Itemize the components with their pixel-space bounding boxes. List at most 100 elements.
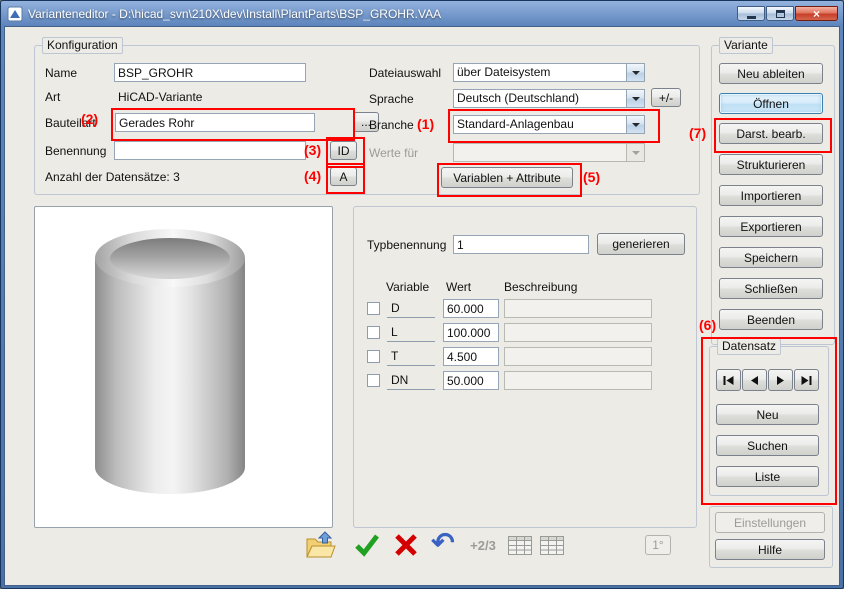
row-checkbox[interactable] xyxy=(367,374,380,387)
variable-wert-input[interactable] xyxy=(443,371,499,390)
variable-name: T xyxy=(387,347,435,366)
strukturieren-button[interactable]: Strukturieren xyxy=(719,154,823,175)
werte-fuer-label: Werte für xyxy=(369,146,418,160)
cylinder-body xyxy=(95,258,245,494)
annotation-number-6: (6) xyxy=(699,317,716,333)
sprache-value: Deutsch (Deutschland) xyxy=(454,90,626,107)
datensatz-liste-button[interactable]: Liste xyxy=(716,466,819,487)
a-button[interactable]: A xyxy=(330,167,357,186)
bauteilart-input[interactable] xyxy=(115,113,315,132)
branche-value: Standard-Anlagenbau xyxy=(454,116,626,133)
variable-beschreibung-field xyxy=(504,299,652,318)
variable-name: D xyxy=(387,299,435,318)
werte-fuer-combobox xyxy=(453,143,645,162)
column-header-wert: Wert xyxy=(446,280,471,294)
werte-fuer-value xyxy=(454,144,626,161)
benennung-label: Benennung xyxy=(45,144,106,158)
nav-first-button[interactable] xyxy=(716,369,741,391)
preview-panel xyxy=(34,206,333,528)
variable-wert-input[interactable] xyxy=(443,347,499,366)
importieren-button[interactable]: Importieren xyxy=(719,185,823,206)
nav-prev-button[interactable] xyxy=(742,369,767,391)
sprache-label: Sprache xyxy=(369,92,414,106)
row-checkbox[interactable] xyxy=(367,326,380,339)
cross-icon xyxy=(393,533,419,557)
einstellungen-button: Einstellungen xyxy=(715,512,825,533)
annotation-number-7: (7) xyxy=(689,125,706,141)
undo-button[interactable]: ↶ xyxy=(425,529,461,561)
beenden-button[interactable]: Beenden xyxy=(719,309,823,330)
maximize-icon xyxy=(776,10,785,18)
load-folder-button[interactable] xyxy=(303,529,339,561)
name-input[interactable] xyxy=(114,63,306,82)
app-icon xyxy=(7,6,23,22)
minimize-button[interactable] xyxy=(737,6,765,21)
chevron-down-icon[interactable] xyxy=(626,64,644,81)
check-icon xyxy=(353,532,381,558)
id-button[interactable]: ID xyxy=(330,141,357,160)
darst-bearb-button[interactable]: Darst. bearb. xyxy=(719,123,823,144)
neu-ableiten-button[interactable]: Neu ableiten xyxy=(719,63,823,84)
chevron-down-icon[interactable] xyxy=(626,116,644,133)
undo-arrow-icon: ↶ xyxy=(431,529,454,557)
annotation-number-2: (2) xyxy=(81,111,98,127)
nav-next-button[interactable] xyxy=(768,369,793,391)
dateiauswahl-combobox[interactable]: über Dateisystem xyxy=(453,63,645,82)
window-controls: × xyxy=(737,6,838,21)
variable-beschreibung-field xyxy=(504,323,652,342)
table-grid-icon xyxy=(540,536,564,555)
hilfe-button[interactable]: Hilfe xyxy=(715,539,825,560)
branche-combobox[interactable]: Standard-Anlagenbau xyxy=(453,115,645,134)
apply-button[interactable] xyxy=(349,529,385,561)
variable-name: L xyxy=(387,323,435,342)
typbenennung-input[interactable] xyxy=(453,235,589,254)
datensatz-suchen-button[interactable]: Suchen xyxy=(716,435,819,456)
last-record-icon xyxy=(801,376,812,385)
annotation-number-1: (1) xyxy=(417,116,434,132)
exportieren-button[interactable]: Exportieren xyxy=(719,216,823,237)
plus-minus-button[interactable]: +/- xyxy=(651,88,681,107)
variable-wert-input[interactable] xyxy=(443,299,499,318)
schliessen-button[interactable]: Schließen xyxy=(719,278,823,299)
variable-beschreibung-field xyxy=(504,347,652,366)
window-frame: Varianteneditor - D:\hicad_svn\210X\dev\… xyxy=(0,0,844,589)
row-checkbox[interactable] xyxy=(367,302,380,315)
annotation-number-5: (5) xyxy=(583,169,600,185)
dateiauswahl-value: über Dateisystem xyxy=(454,64,626,81)
benennung-input[interactable] xyxy=(114,141,306,160)
konfiguration-group-label: Konfiguration xyxy=(42,37,123,54)
chevron-down-icon xyxy=(626,144,644,161)
table-grid-icon xyxy=(508,536,532,555)
fraction-tool-button: +2/3 xyxy=(462,529,504,561)
prev-record-icon xyxy=(750,376,759,385)
name-label: Name xyxy=(45,66,77,80)
table-view-button xyxy=(504,529,536,561)
annotation-number-4: (4) xyxy=(304,168,321,184)
window-title: Varianteneditor - D:\hicad_svn\210X\dev\… xyxy=(28,7,441,21)
art-label: Art xyxy=(45,90,60,104)
datensatz-group-label: Datensatz xyxy=(717,338,781,355)
row-checkbox[interactable] xyxy=(367,350,380,363)
oeffnen-button[interactable]: Öffnen xyxy=(719,93,823,114)
minimize-icon xyxy=(747,16,756,19)
variablen-attribute-button[interactable]: Variablen + Attribute xyxy=(441,167,573,188)
art-value: HiCAD-Variante xyxy=(118,90,202,104)
annotation-number-3: (3) xyxy=(304,142,321,158)
variable-wert-input[interactable] xyxy=(443,323,499,342)
close-button[interactable]: × xyxy=(795,6,838,21)
first-record-icon xyxy=(723,376,734,385)
generieren-button[interactable]: generieren xyxy=(597,233,685,255)
nav-last-button[interactable] xyxy=(794,369,819,391)
dialog-body: Konfiguration Name Art HiCAD-Variante Ba… xyxy=(4,26,840,586)
maximize-button[interactable] xyxy=(766,6,794,21)
cancel-button[interactable] xyxy=(388,529,424,561)
next-record-icon xyxy=(776,376,785,385)
folder-up-icon xyxy=(306,531,336,559)
speichern-button[interactable]: Speichern xyxy=(719,247,823,268)
variable-beschreibung-field xyxy=(504,371,652,390)
datensatz-neu-button[interactable]: Neu xyxy=(716,404,819,425)
titlebar[interactable]: Varianteneditor - D:\hicad_svn\210X\dev\… xyxy=(7,4,838,23)
anzahl-datensaetze-label: Anzahl der Datensätze: 3 xyxy=(45,170,180,184)
sprache-combobox[interactable]: Deutsch (Deutschland) xyxy=(453,89,645,108)
chevron-down-icon[interactable] xyxy=(626,90,644,107)
